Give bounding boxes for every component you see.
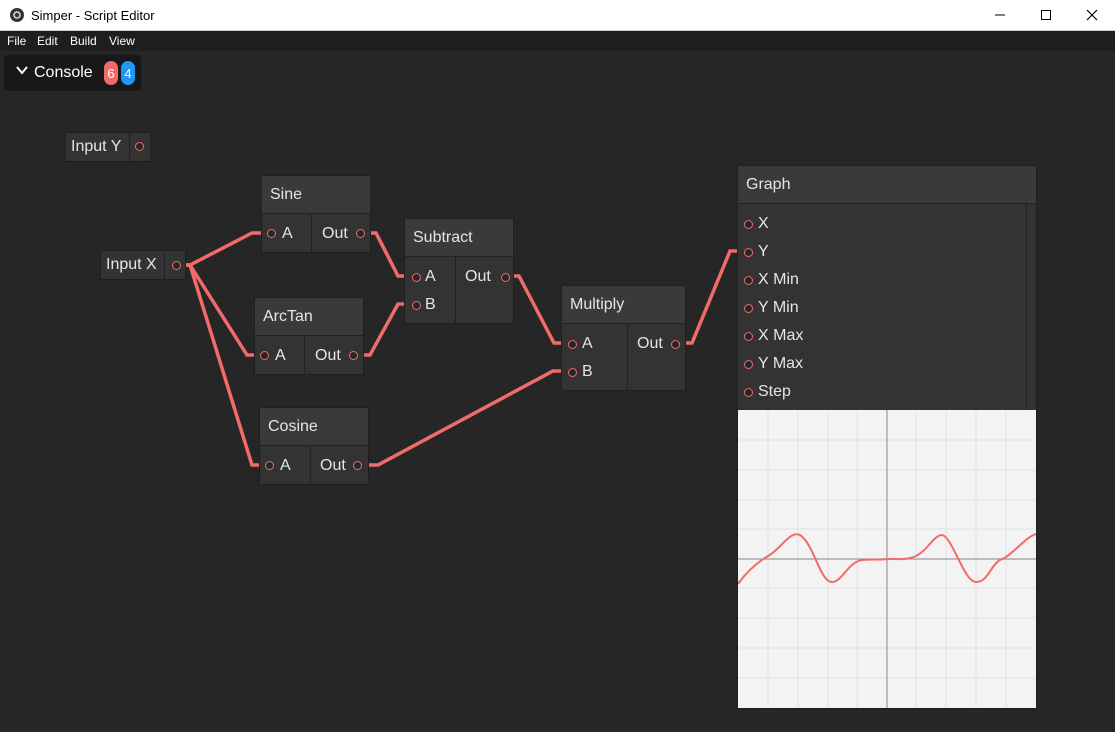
multiply-in-b-port[interactable] [568, 368, 577, 377]
arctan-in-a-label: A [275, 347, 286, 364]
graph-in-x-label: X [758, 215, 769, 232]
subtract-in-b-label: B [425, 296, 436, 313]
arctan-out-label: Out [315, 347, 341, 364]
graph-title: Graph [738, 166, 1036, 204]
sine-in-a-port[interactable] [267, 229, 276, 238]
subtract-in-b-port[interactable] [412, 301, 421, 310]
graph-in-xmax-port[interactable] [744, 332, 753, 341]
node-divider [164, 251, 165, 279]
graph-in-xmax-label: X Max [758, 327, 804, 344]
cosine-in-a-label: A [280, 457, 291, 474]
multiply-in-a-label: A [582, 335, 593, 352]
sine-title: Sine [262, 176, 370, 214]
input-y-node[interactable]: Input Y [65, 132, 151, 162]
graph-in-xmin-port[interactable] [744, 276, 753, 285]
cosine-out-label: Out [320, 457, 346, 474]
node-divider [310, 446, 311, 484]
node-divider [627, 324, 628, 390]
cosine-in-a-port[interactable] [265, 461, 274, 470]
multiply-title: Multiply [562, 286, 685, 324]
wire-inputx-sine [175, 231, 272, 267]
sine-out-port[interactable] [356, 229, 365, 238]
node-divider [304, 336, 305, 374]
graph-in-xmin-label: X Min [758, 271, 799, 288]
cosine-title: Cosine [260, 408, 368, 446]
node-divider [311, 214, 312, 252]
multiply-out-port[interactable] [671, 340, 680, 349]
multiply-node[interactable]: Multiply A B Out [561, 285, 686, 391]
input-x-label: Input X [106, 256, 157, 273]
subtract-in-a-port[interactable] [412, 273, 421, 282]
arctan-title: ArcTan [255, 298, 363, 336]
input-x-node[interactable]: Input X [100, 250, 186, 280]
graph-plot [737, 410, 1037, 708]
multiply-in-b-label: B [582, 363, 593, 380]
graph-in-step-label: Step [758, 383, 791, 400]
node-divider [455, 257, 456, 323]
subtract-out-port[interactable] [501, 273, 510, 282]
sine-out-label: Out [322, 225, 348, 242]
wire-cosine-multiply [356, 369, 573, 467]
graph-scrollbar-line [1026, 204, 1027, 410]
arctan-node[interactable]: ArcTan A Out [254, 297, 364, 375]
wire-inputx-arctan [175, 263, 266, 357]
arctan-in-a-port[interactable] [260, 351, 269, 360]
subtract-title: Subtract [405, 219, 513, 257]
graph-in-ymin-port[interactable] [744, 304, 753, 313]
input-x-out-port[interactable] [172, 261, 181, 270]
node-divider [129, 133, 130, 161]
graph-in-y-label: Y [758, 243, 769, 260]
input-y-out-port[interactable] [135, 142, 144, 151]
arctan-out-port[interactable] [349, 351, 358, 360]
graph-plot-svg [737, 410, 1037, 708]
graph-in-y-port[interactable] [744, 248, 753, 257]
sine-in-a-label: A [282, 225, 293, 242]
sine-node[interactable]: Sine A Out [261, 175, 371, 253]
subtract-node[interactable]: Subtract A B Out [404, 218, 514, 324]
graph-in-x-port[interactable] [744, 220, 753, 229]
graph-in-ymin-label: Y Min [758, 299, 799, 316]
subtract-out-label: Out [465, 268, 491, 285]
subtract-in-a-label: A [425, 268, 436, 285]
graph-in-step-port[interactable] [744, 388, 753, 397]
multiply-in-a-port[interactable] [568, 340, 577, 349]
cosine-node[interactable]: Cosine A Out [259, 407, 369, 485]
multiply-out-label: Out [637, 335, 663, 352]
input-y-label: Input Y [71, 138, 122, 155]
cosine-out-port[interactable] [353, 461, 362, 470]
graph-in-ymax-port[interactable] [744, 360, 753, 369]
graph-in-ymax-label: Y Max [758, 355, 804, 372]
